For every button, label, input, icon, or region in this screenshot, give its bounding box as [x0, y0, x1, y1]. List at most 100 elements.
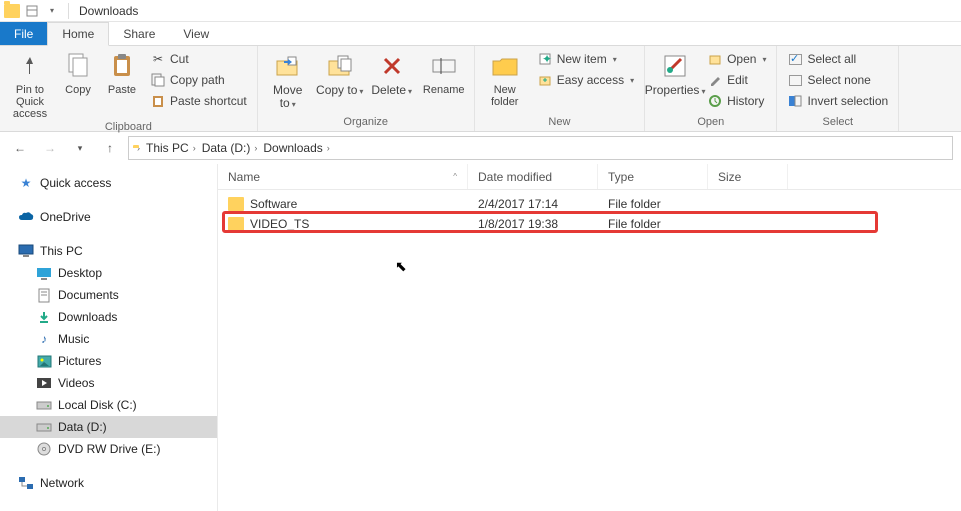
invert-selection-button[interactable]: Invert selection	[783, 92, 892, 110]
navigation-bar: ← → ▾ ↑ › This PC› Data (D:)› Downloads›	[0, 132, 961, 164]
nav-data-d[interactable]: Data (D:)	[0, 416, 217, 438]
properties-icon	[659, 50, 691, 82]
network-icon	[18, 475, 34, 491]
recent-dropdown[interactable]: ▾	[68, 136, 92, 160]
easy-access-button[interactable]: Easy access▾	[533, 71, 638, 89]
qat-properties-icon[interactable]	[24, 3, 40, 19]
window-title: Downloads	[79, 4, 138, 18]
delete-icon	[376, 50, 408, 82]
column-name[interactable]: Name^	[218, 164, 468, 189]
breadcrumb[interactable]: Downloads›	[261, 141, 331, 155]
music-icon: ♪	[36, 331, 52, 347]
folder-icon	[228, 197, 244, 211]
desktop-icon	[36, 265, 52, 281]
new-folder-button[interactable]: New folder	[481, 48, 529, 108]
move-to-button[interactable]: Move to▾	[264, 48, 312, 111]
paste-icon	[106, 50, 138, 82]
svg-text:✦: ✦	[542, 52, 552, 66]
breadcrumb[interactable]: Data (D:)›	[200, 141, 260, 155]
group-organize: Move to▾ Copy to▾ Delete▾ Rename Organiz…	[258, 46, 475, 131]
app-folder-icon	[4, 3, 20, 19]
history-button[interactable]: History	[703, 92, 770, 110]
new-item-button[interactable]: ✦New item▾	[533, 50, 638, 68]
main-area: ★Quick access OneDrive This PC Desktop D…	[0, 164, 961, 511]
column-size[interactable]: Size	[708, 164, 788, 189]
tab-home[interactable]: Home	[47, 22, 109, 46]
forward-button[interactable]: →	[38, 136, 62, 160]
documents-icon	[36, 287, 52, 303]
videos-icon	[36, 375, 52, 391]
group-open: Properties▾ Open▾ Edit History Open	[645, 46, 777, 131]
group-label: Open	[651, 115, 770, 131]
cloud-icon	[18, 209, 34, 225]
nav-desktop[interactable]: Desktop	[0, 262, 217, 284]
delete-button[interactable]: Delete▾	[368, 48, 416, 98]
sort-indicator-icon: ^	[453, 172, 457, 181]
open-icon	[707, 51, 723, 67]
copy-path-icon	[150, 72, 166, 88]
downloads-icon	[36, 309, 52, 325]
paste-shortcut-icon	[150, 93, 166, 109]
paste-button[interactable]: Paste	[102, 48, 142, 96]
file-row[interactable]: Software 2/4/2017 17:14 File folder	[218, 194, 961, 214]
copy-path-button[interactable]: Copy path	[146, 71, 251, 89]
pin-quick-access-button[interactable]: Pin to Quick access	[6, 48, 54, 120]
file-date: 1/8/2017 19:38	[468, 217, 598, 231]
edit-button[interactable]: Edit	[703, 71, 770, 89]
nav-this-pc[interactable]: This PC	[0, 240, 217, 262]
select-all-icon	[787, 51, 803, 67]
nav-network[interactable]: Network	[0, 472, 217, 494]
nav-dvd-drive-e[interactable]: DVD RW Drive (E:)	[0, 438, 217, 460]
nav-documents[interactable]: Documents	[0, 284, 217, 306]
back-button[interactable]: ←	[8, 136, 32, 160]
tab-view[interactable]: View	[169, 22, 223, 45]
nav-onedrive[interactable]: OneDrive	[0, 206, 217, 228]
pictures-icon	[36, 353, 52, 369]
new-item-icon: ✦	[537, 51, 553, 67]
file-date: 2/4/2017 17:14	[468, 197, 598, 211]
group-clipboard: Pin to Quick access Copy Paste ✂Cut Copy…	[0, 46, 258, 131]
open-button[interactable]: Open▾	[703, 50, 770, 68]
select-all-button[interactable]: Select all	[783, 50, 892, 68]
ribbon: Pin to Quick access Copy Paste ✂Cut Copy…	[0, 46, 961, 132]
cut-button[interactable]: ✂Cut	[146, 50, 251, 68]
drive-icon	[36, 419, 52, 435]
nav-music[interactable]: ♪Music	[0, 328, 217, 350]
ribbon-tabs: File Home Share View	[0, 22, 961, 46]
tab-share[interactable]: Share	[109, 22, 169, 45]
group-select: Select all Select none Invert selection …	[777, 46, 899, 131]
pin-icon	[14, 50, 46, 82]
nav-local-disk-c[interactable]: Local Disk (C:)	[0, 394, 217, 416]
group-label: Organize	[264, 115, 468, 131]
copy-to-icon	[324, 50, 356, 82]
scissors-icon: ✂	[150, 51, 166, 67]
file-row[interactable]: VIDEO_TS 1/8/2017 19:38 File folder	[218, 214, 961, 234]
up-button[interactable]: ↑	[98, 136, 122, 160]
rename-button[interactable]: Rename	[420, 48, 468, 96]
nav-quick-access[interactable]: ★Quick access	[0, 172, 217, 194]
file-list: Name^ Date modified Type Size Software 2…	[218, 164, 961, 511]
group-label: Clipboard	[6, 120, 251, 136]
properties-button[interactable]: Properties▾	[651, 48, 699, 98]
copy-to-button[interactable]: Copy to▾	[316, 48, 364, 98]
column-type[interactable]: Type	[598, 164, 708, 189]
file-name: VIDEO_TS	[250, 217, 309, 231]
address-bar[interactable]: › This PC› Data (D:)› Downloads›	[128, 136, 953, 160]
tab-file[interactable]: File	[0, 22, 47, 45]
folder-icon	[228, 217, 244, 231]
column-date[interactable]: Date modified	[468, 164, 598, 189]
group-new: New folder ✦New item▾ Easy access▾ New	[475, 46, 645, 131]
nav-pictures[interactable]: Pictures	[0, 350, 217, 372]
file-name: Software	[250, 197, 297, 211]
breadcrumb[interactable]: This PC›	[144, 141, 198, 155]
qat-dropdown-icon[interactable]: ▾	[44, 3, 60, 19]
nav-videos[interactable]: Videos	[0, 372, 217, 394]
copy-icon	[62, 50, 94, 82]
pc-icon	[18, 243, 34, 259]
separator	[68, 3, 69, 19]
copy-button[interactable]: Copy	[58, 48, 98, 96]
paste-shortcut-button[interactable]: Paste shortcut	[146, 92, 251, 110]
select-none-button[interactable]: Select none	[783, 71, 892, 89]
rows-container: Software 2/4/2017 17:14 File folder VIDE…	[218, 190, 961, 234]
nav-downloads[interactable]: Downloads	[0, 306, 217, 328]
